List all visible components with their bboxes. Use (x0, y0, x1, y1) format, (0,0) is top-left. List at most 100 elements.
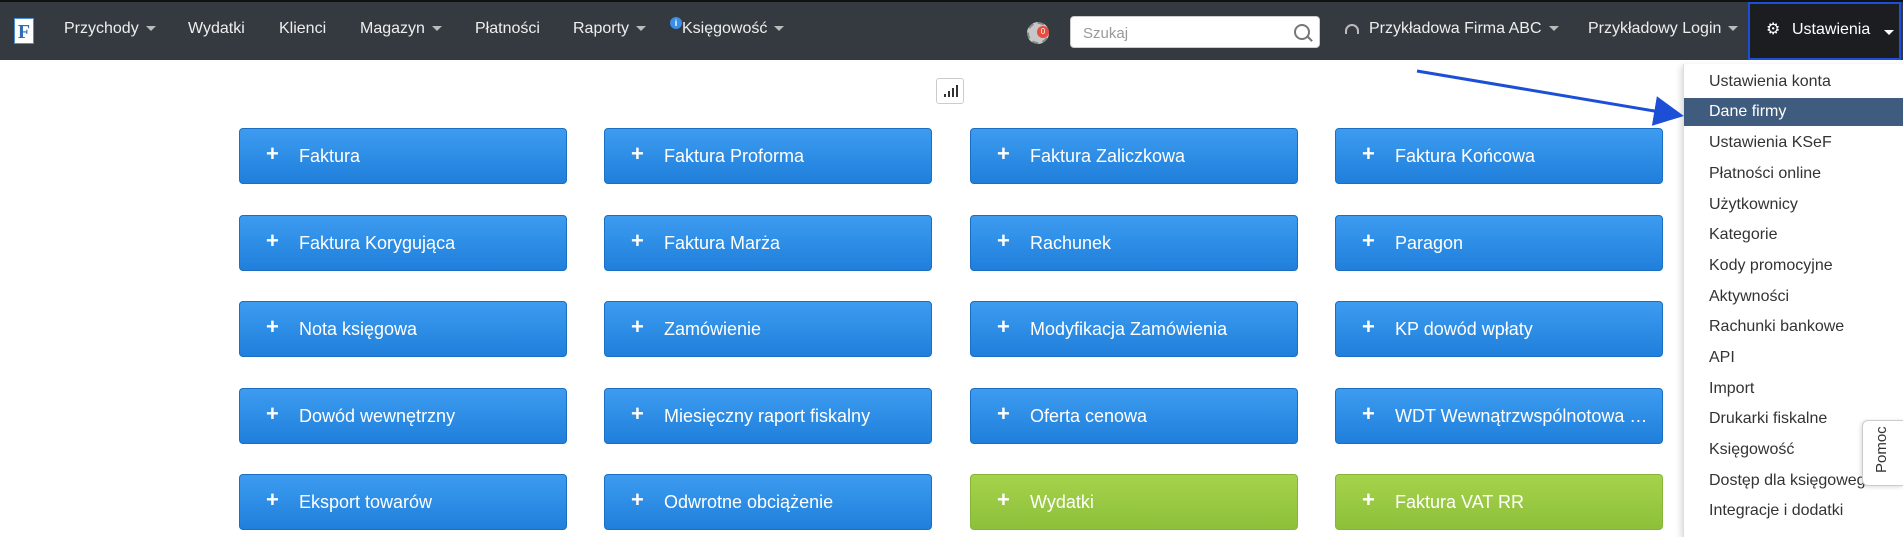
tile-label: Faktura Proforma (664, 146, 805, 166)
tile-label: Faktura Korygująca (299, 233, 456, 253)
plus-icon: + (266, 141, 279, 166)
tile-label: Nota księgowa (299, 319, 418, 339)
tile-modyfikacja-zamowienia[interactable]: + Modyfikacja Zamówienia (970, 301, 1298, 357)
nav-ksiegowosc[interactable]: Księgowość (682, 20, 785, 38)
nav-klienci[interactable]: Klienci (279, 20, 326, 38)
tile-miesieczny-raport-fiskalny[interactable]: + Miesięczny raport fiskalny (604, 388, 932, 444)
nav-platnosci[interactable]: Płatności (475, 20, 540, 38)
user-login-menu[interactable]: Przykładowy Login (1588, 20, 1739, 38)
tile-odwrotne-obciazenie[interactable]: + Odwrotne obciążenie (604, 474, 932, 530)
search-input[interactable] (1081, 22, 1285, 44)
plus-icon: + (997, 141, 1010, 166)
tile-faktura-vat-rr[interactable]: + Faktura VAT RR (1335, 474, 1663, 530)
tile-label: Faktura Marża (664, 233, 781, 253)
tile-faktura[interactable]: + Faktura (239, 128, 567, 184)
app-logo[interactable]: F (14, 18, 34, 44)
tile-faktura-koncowa[interactable]: + Faktura Końcowa (1335, 128, 1663, 184)
menu-item-integracje-i-dodatki[interactable]: Integracje i dodatki (1684, 497, 1903, 525)
plus-icon: + (266, 401, 279, 426)
tile-nota-ksiegowa[interactable]: + Nota księgowa (239, 301, 567, 357)
plus-icon: + (997, 314, 1010, 339)
tile-label: Dowód wewnętrzny (299, 406, 456, 426)
plus-icon: + (1362, 401, 1375, 426)
signal-bar-icon (948, 91, 950, 97)
tile-faktura-korygujaca[interactable]: + Faktura Korygująca (239, 215, 567, 271)
tile-eksport-towarow[interactable]: + Eksport towarów (239, 474, 567, 530)
signal-strength-button[interactable] (936, 78, 964, 104)
nav-raporty[interactable]: Raporty (573, 20, 647, 38)
notifications-icon[interactable]: 0 (1027, 22, 1049, 44)
tile-label: Eksport towarów (299, 492, 433, 512)
chevron-down-icon (774, 26, 785, 32)
signal-bar-icon (944, 94, 946, 97)
tile-label: Faktura (299, 146, 361, 166)
chevron-down-icon (1548, 26, 1559, 32)
nav-klienci-label: Klienci (279, 20, 327, 37)
settings-label: Ustawienia (1792, 21, 1871, 38)
notification-count-badge: 0 (1037, 26, 1049, 38)
tile-label: Wydatki (1030, 492, 1094, 512)
signal-bar-icon (952, 88, 954, 97)
tile-kp-dowod-wplaty[interactable]: + KP dowód wpłaty (1335, 301, 1663, 357)
plus-icon: + (631, 141, 644, 166)
nav-ksiegowosc-label: Księgowość (682, 20, 768, 37)
search-box (1070, 16, 1320, 48)
company-name: Przykładowa Firma ABC (1369, 20, 1542, 37)
tile-label: Rachunek (1030, 233, 1112, 253)
user-login-label: Przykładowy Login (1588, 20, 1722, 37)
help-tab[interactable]: Pomoc (1862, 420, 1903, 486)
settings-menu-button[interactable]: ⚙ Ustawienia (1748, 2, 1901, 60)
tile-dowod-wewnetrzny[interactable]: + Dowód wewnętrzny (239, 388, 567, 444)
plus-icon: + (997, 487, 1010, 512)
menu-item-import[interactable]: Import (1684, 375, 1903, 403)
chevron-down-icon (145, 26, 156, 32)
tile-zamowienie[interactable]: + Zamówienie (604, 301, 932, 357)
tile-rachunek[interactable]: + Rachunek (970, 215, 1298, 271)
nav-platnosci-label: Płatności (475, 20, 540, 37)
menu-item-ustawienia-ksef[interactable]: Ustawienia KSeF (1684, 129, 1903, 157)
plus-icon: + (266, 487, 279, 512)
plus-icon: + (266, 314, 279, 339)
tile-oferta-cenowa[interactable]: + Oferta cenowa (970, 388, 1298, 444)
tile-wdt[interactable]: + WDT Wewnątrzwspólnotowa Dostawa Towaró… (1335, 388, 1663, 444)
menu-item-ustawienia-konta[interactable]: Ustawienia konta (1684, 68, 1903, 96)
tile-label: Oferta cenowa (1030, 406, 1148, 426)
search-icon[interactable] (1294, 24, 1310, 40)
tile-label: Miesięczny raport fiskalny (664, 406, 871, 426)
nav-magazyn-label: Magazyn (360, 20, 425, 37)
tile-label: Faktura Końcowa (1395, 146, 1536, 166)
nav-wydatki[interactable]: Wydatki (188, 20, 245, 38)
chevron-down-icon (431, 26, 442, 32)
nav-wydatki-label: Wydatki (188, 20, 245, 37)
help-tab-label: Pomoc (1873, 426, 1890, 473)
plus-icon: + (631, 228, 644, 253)
menu-item-rachunki-bankowe[interactable]: Rachunki bankowe (1684, 313, 1903, 341)
tile-faktura-proforma[interactable]: + Faktura Proforma (604, 128, 932, 184)
menu-item-platnosci-online[interactable]: Płatności online (1684, 160, 1903, 188)
tile-faktura-marza[interactable]: + Faktura Marża (604, 215, 932, 271)
menu-item-aktywnosci[interactable]: Aktywności (1684, 283, 1903, 311)
signal-bar-icon (956, 85, 958, 97)
plus-icon: + (1362, 487, 1375, 512)
menu-item-dane-firmy[interactable]: Dane firmy (1684, 98, 1903, 126)
info-icon: i (670, 17, 682, 29)
gear-icon: ⚙ (1766, 21, 1781, 38)
menu-item-kategorie[interactable]: Kategorie (1684, 221, 1903, 249)
tile-faktura-zaliczkowa[interactable]: + Faktura Zaliczkowa (970, 128, 1298, 184)
menu-item-uzytkownicy[interactable]: Użytkownicy (1684, 191, 1903, 219)
plus-icon: + (1362, 228, 1375, 253)
top-navbar: F Przychody Wydatki Klienci Magazyn Płat… (0, 0, 1903, 60)
company-selector[interactable]: Przykładowa Firma ABC (1345, 20, 1559, 38)
tile-wydatki[interactable]: + Wydatki (970, 474, 1298, 530)
plus-icon: + (1362, 314, 1375, 339)
nav-raporty-label: Raporty (573, 20, 630, 37)
tile-label: Faktura VAT RR (1395, 492, 1525, 512)
menu-item-kody-promocyjne[interactable]: Kody promocyjne (1684, 252, 1903, 280)
nav-magazyn[interactable]: Magazyn (360, 20, 442, 38)
nav-przychody[interactable]: Przychody (64, 20, 156, 38)
tile-paragon[interactable]: + Paragon (1335, 215, 1663, 271)
chevron-down-icon (1728, 26, 1739, 32)
plus-icon: + (631, 401, 644, 426)
nav-przychody-label: Przychody (64, 20, 139, 37)
menu-item-api[interactable]: API (1684, 344, 1903, 372)
